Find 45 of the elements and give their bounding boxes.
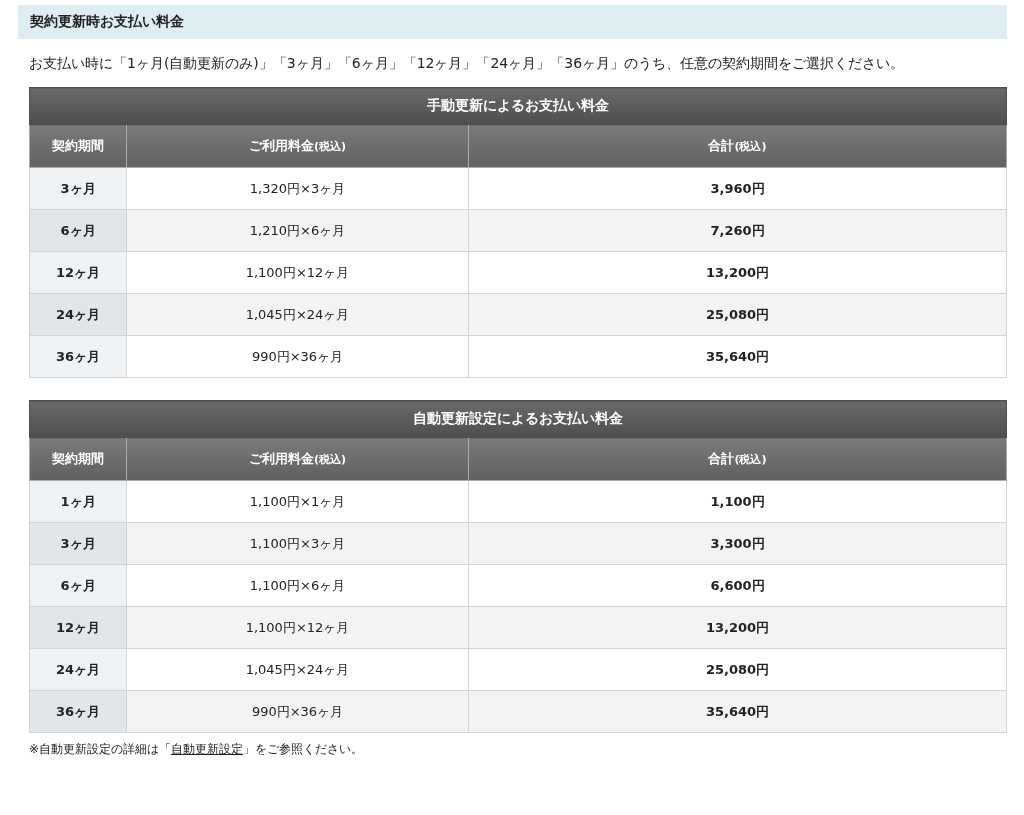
total-cell: 13,200円 — [468, 606, 1007, 649]
total-cell: 3,960円 — [468, 167, 1007, 210]
total-cell: 1,100円 — [468, 480, 1007, 523]
footnote-text: ※自動更新設定の詳細は「自動更新設定」をご参照ください。 — [29, 741, 365, 758]
unit-price-cell: 1,100円×1ヶ月 — [126, 480, 469, 523]
column-header: ご利用料金(税込) — [126, 124, 469, 168]
period-cell: 3ヶ月 — [29, 167, 127, 210]
total-cell: 25,080円 — [468, 648, 1007, 691]
column-header: 契約期間 — [29, 124, 127, 168]
unit-price-cell: 1,100円×3ヶ月 — [126, 522, 469, 565]
total-cell: 6,600円 — [468, 564, 1007, 607]
column-header: 合計(税込) — [468, 124, 1007, 168]
table-title: 手動更新によるお支払い料金 — [29, 87, 1007, 125]
table-title: 自動更新設定によるお支払い料金 — [29, 400, 1007, 438]
total-cell: 13,200円 — [468, 251, 1007, 294]
unit-price-cell: 1,320円×3ヶ月 — [126, 167, 469, 210]
total-cell: 35,640円 — [468, 335, 1007, 378]
total-cell: 35,640円 — [468, 690, 1007, 733]
unit-price-cell: 1,045円×24ヶ月 — [126, 648, 469, 691]
period-cell: 24ヶ月 — [29, 293, 127, 336]
unit-price-cell: 990円×36ヶ月 — [126, 690, 469, 733]
unit-price-cell: 1,100円×12ヶ月 — [126, 251, 469, 294]
period-cell: 12ヶ月 — [29, 606, 127, 649]
period-cell: 6ヶ月 — [29, 564, 127, 607]
period-cell: 3ヶ月 — [29, 522, 127, 565]
total-cell: 25,080円 — [468, 293, 1007, 336]
unit-price-cell: 990円×36ヶ月 — [126, 335, 469, 378]
period-cell: 1ヶ月 — [29, 480, 127, 523]
column-header: 契約期間 — [29, 437, 127, 481]
total-cell: 3,300円 — [468, 522, 1007, 565]
column-header: 合計(税込) — [468, 437, 1007, 481]
unit-price-cell: 1,100円×6ヶ月 — [126, 564, 469, 607]
column-header: ご利用料金(税込) — [126, 437, 469, 481]
period-cell: 36ヶ月 — [29, 335, 127, 378]
unit-price-cell: 1,045円×24ヶ月 — [126, 293, 469, 336]
period-cell: 24ヶ月 — [29, 648, 127, 691]
unit-price-cell: 1,210円×6ヶ月 — [126, 209, 469, 252]
period-cell: 12ヶ月 — [29, 251, 127, 294]
auto-renew-link[interactable]: 自動更新設定 — [171, 742, 244, 756]
total-cell: 7,260円 — [468, 209, 1007, 252]
section-heading: 契約更新時お支払い料金 — [18, 5, 1007, 39]
period-cell: 6ヶ月 — [29, 209, 127, 252]
period-cell: 36ヶ月 — [29, 690, 127, 733]
intro-text: お支払い時に「1ヶ月(自動更新のみ)」「3ヶ月」「6ヶ月」「12ヶ月」「24ヶ月」「36ヶ月」のうち、任意の契約期間をご選択ください。 — [29, 55, 906, 73]
unit-price-cell: 1,100円×12ヶ月 — [126, 606, 469, 649]
